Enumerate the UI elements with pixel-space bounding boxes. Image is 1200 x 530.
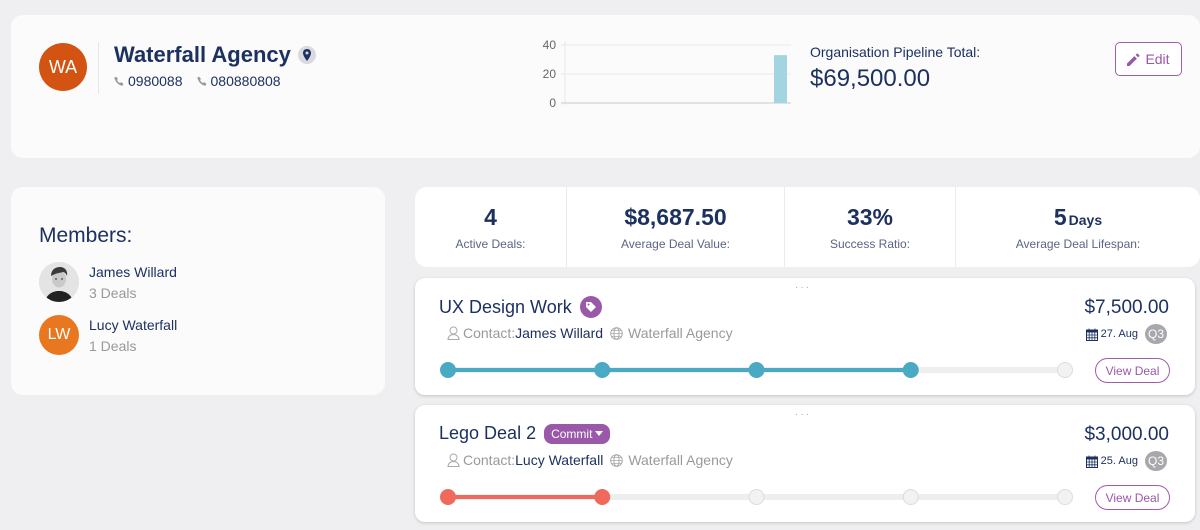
stage-node-pending [1057,362,1073,378]
location-pin-icon[interactable] [297,46,316,64]
stat-value: 5 [1053,203,1067,230]
edit-button[interactable]: Edit [1115,42,1182,76]
stage-node-complete [902,362,919,378]
y-tick-label: 0 [549,96,556,110]
member-name: Lucy Waterfall [89,316,178,333]
member-item[interactable]: James Willard 3 Deals [39,262,177,302]
y-tick-label: 40 [543,38,557,52]
member-item[interactable]: LW Lucy Waterfall 1 Deals [39,315,177,355]
edit-label: Edit [1145,51,1170,67]
member-avatar: LW [39,315,79,355]
member-deal-count: 3 Deals [89,284,137,301]
user-icon [447,453,460,467]
deal-close-date: 27. Aug [1100,328,1138,340]
stage-node-complete [440,362,456,378]
quarter-badge: Q3 [1145,324,1167,344]
y-tick-label: 20 [543,67,557,81]
deal-amount: $3,000.00 [1084,424,1169,445]
quarter-badge: Q3 [1145,451,1167,471]
stat-value: $8,687.50 [624,203,727,230]
phone-icon [196,76,206,86]
member-avatar-photo [39,262,79,302]
pipeline-chart: 0 20 40 [521,35,821,135]
stat-active-deals: 4 Active Deals: [415,187,567,267]
contact-name[interactable]: James Willard [515,325,603,341]
contact-label: Contact: [463,452,516,468]
commit-label: Commit [551,426,593,441]
globe-icon [610,326,623,340]
stat-average-deal-value: $8,687.50 Average Deal Value: [567,187,785,267]
divider [98,42,99,94]
caret-down-icon [595,431,604,436]
deal-card[interactable]: ··· UX Design Work Contact: James Willar… [415,278,1195,395]
user-icon [447,326,460,340]
member-deal-count: 1 Deals [89,337,137,354]
stage-node-complete [594,489,611,505]
pipeline-chart-svg: 0 20 40 [543,38,791,110]
members-title: Members: [39,224,133,247]
stats-panel: 4 Active Deals: $8,687.50 Average Deal V… [415,187,1200,267]
contact-name[interactable]: Lucy Waterfall [515,452,603,468]
view-deal-button[interactable]: View Deal [1095,485,1170,510]
stat-average-deal-lifespan: 5 Days Average Deal Lifespan: [956,187,1200,267]
phone-number: 080880808 [210,73,281,89]
stat-unit: Days [1068,211,1103,228]
deal-close-date: 25. Aug [1100,455,1138,467]
globe-icon [610,453,624,467]
organisation-header: WA Waterfall Agency 0980088 080880808 0 2… [11,15,1200,158]
stage-node-complete [748,362,765,378]
pencil-icon [1127,52,1140,66]
phone-list: 0980088 080880808 [114,73,281,89]
organisation-avatar: WA [39,43,87,91]
tag-icon[interactable] [579,296,602,318]
organisation-name: Waterfall Agency [114,42,291,67]
deal-title[interactable]: UX Design Work [439,297,572,318]
pipeline-total-label: Organisation Pipeline Total: [810,44,981,60]
deal-title[interactable]: Lego Deal 2 [439,423,536,444]
stat-success-ratio: 33% Success Ratio: [785,187,956,267]
stat-label: Average Deal Value: [621,236,730,251]
deal-organisation[interactable]: Waterfall Agency [628,325,733,341]
phone-item[interactable]: 0980088 [114,73,183,89]
calendar-icon [1085,328,1098,341]
stat-label: Success Ratio: [829,236,911,251]
stage-node-pending [902,489,919,505]
drag-handle[interactable]: ··· [795,409,811,420]
stage-node-complete [440,489,456,505]
deal-stage-progress[interactable] [440,362,1073,378]
phone-item[interactable]: 080880808 [196,73,281,89]
stage-node-pending [748,489,765,505]
phone-number: 0980088 [128,73,183,89]
deal-organisation[interactable]: Waterfall Agency [628,452,733,468]
view-deal-button[interactable]: View Deal [1095,358,1170,383]
deal-card[interactable]: ··· Lego Deal 2 Commit Contact: Lucy Wat… [415,405,1195,522]
member-name: James Willard [89,263,177,280]
stage-node-complete [594,362,611,378]
stage-node-pending [1057,489,1073,505]
commit-dropdown[interactable]: Commit [544,423,611,444]
calendar-icon [1085,455,1098,468]
drag-handle[interactable]: ··· [795,282,811,293]
chart-bar [774,55,787,103]
pipeline-total-value: $69,500.00 [810,65,931,92]
stat-label: Average Deal Lifespan: [1015,236,1141,251]
deal-stage-svg [440,362,1073,378]
phone-icon [114,76,124,86]
contact-label: Contact: [463,325,516,341]
stat-value: 33% [846,203,894,230]
members-panel: Members: James Willard 3 Deals LW Lucy W… [11,187,385,395]
organisation-name-row: Waterfall Agency [114,42,316,68]
stat-value: 4 [484,203,497,230]
stat-label: Active Deals: [455,236,526,251]
deal-stage-progress[interactable] [440,489,1073,505]
deal-amount: $7,500.00 [1084,297,1169,318]
deal-stage-svg [440,489,1073,505]
